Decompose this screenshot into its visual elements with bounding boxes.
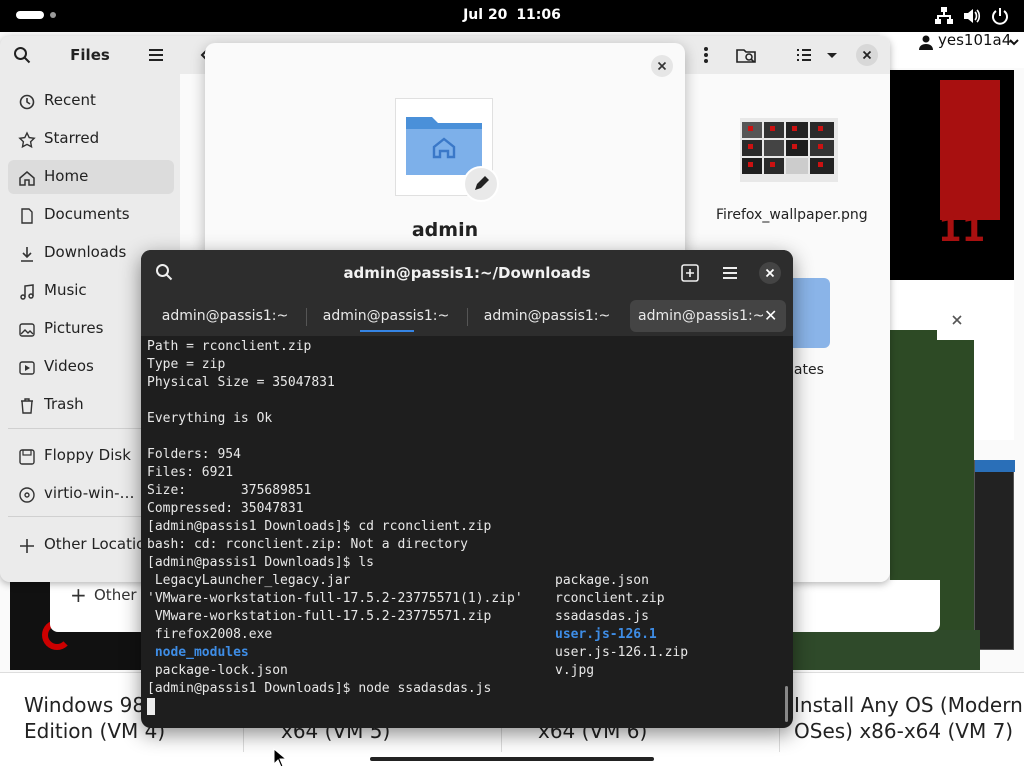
disk-icon	[18, 448, 36, 466]
terminal-line: Path = rconclient.zip	[147, 339, 312, 354]
terminal-tab[interactable]: admin@passis1:~	[308, 300, 464, 332]
sidebar-item-documents[interactable]: Documents	[8, 198, 174, 232]
clock-icon	[18, 93, 36, 111]
view-options-chevron-icon[interactable]	[818, 42, 846, 68]
terminal-line: [admin@passis1 Downloads]$ node ssadasda…	[147, 681, 492, 696]
terminal-line: [admin@passis1 Downloads]$ ls	[147, 555, 374, 570]
background-vm-window	[974, 460, 1014, 650]
close-icon[interactable]	[651, 55, 673, 77]
terminal-line: Physical Size = 35047831	[147, 375, 335, 390]
file-label-templates[interactable]: lates	[790, 362, 824, 378]
terminal-line: Size: 375689851	[147, 483, 312, 498]
trash-icon	[18, 397, 36, 415]
top-bar: Jul 20 11:06	[0, 0, 1024, 32]
terminal-tab[interactable]: admin@passis1:~	[469, 300, 625, 332]
tab-divider	[306, 308, 307, 326]
terminal-scrollbar[interactable]	[785, 686, 788, 722]
active-tab-indicator	[360, 330, 414, 332]
clock[interactable]: Jul 20 11:06	[0, 7, 1024, 23]
mouse-pointer-icon	[273, 748, 289, 768]
background-username[interactable]: yes101a4	[938, 31, 1011, 49]
close-tab-icon[interactable]: ✕	[764, 300, 777, 332]
terminal-line: [admin@passis1 Downloads]$ cd rconclient…	[147, 519, 492, 534]
picture-icon	[18, 321, 36, 339]
background-vm-number: 11	[938, 210, 986, 250]
sidebar-item-label: Recent	[44, 91, 96, 109]
terminal-output[interactable]: Path = rconclient.zip Type = zip Physica…	[147, 338, 787, 724]
ls-entry: rconclient.zip	[555, 591, 665, 606]
terminal-line: Files: 6921	[147, 465, 234, 480]
music-icon	[18, 283, 36, 301]
terminal-cursor	[147, 698, 155, 715]
ls-entry-directory: node_modules	[147, 645, 249, 660]
ls-entry: VMware-workstation-full-17.5.2-23775571.…	[147, 609, 492, 624]
file-thumbnail-firefox-wallpaper[interactable]	[740, 118, 838, 182]
properties-dialog: admin	[205, 43, 685, 283]
home-indicator[interactable]	[370, 757, 654, 761]
user-icon	[918, 34, 934, 50]
video-icon	[18, 359, 36, 377]
star-icon	[18, 131, 36, 149]
ls-entry: LegacyLauncher_legacy.jar	[147, 573, 351, 588]
ls-entry-directory: user.js-126.1	[555, 627, 657, 642]
ls-entry: package-lock.json	[147, 663, 288, 678]
ls-entry: package.json	[555, 573, 649, 588]
file-label-firefox-wallpaper[interactable]: Firefox_wallpaper.png	[716, 205, 868, 225]
close-icon[interactable]	[759, 262, 781, 284]
document-icon	[18, 207, 36, 225]
chevron-down-icon[interactable]	[1008, 36, 1020, 48]
terminal-tab-label: admin@passis1:~	[322, 308, 450, 324]
folder-search-icon[interactable]	[732, 42, 760, 68]
terminal-tab-active[interactable]: admin@passis1:~ ✕	[630, 300, 786, 332]
terminal-tab-label: admin@passis1:~	[638, 308, 765, 324]
files-sidebar-header: Files	[0, 36, 180, 74]
terminal-window: admin@passis1:~/Downloads admin@passis1:…	[141, 250, 793, 728]
properties-folder-name: admin	[411, 219, 479, 241]
edit-icon[interactable]	[463, 166, 499, 202]
terminal-tab[interactable]: admin@passis1:~	[147, 300, 303, 332]
sidebar-item-label: Documents	[44, 205, 130, 223]
close-icon[interactable]	[856, 44, 878, 66]
power-icon[interactable]	[990, 6, 1010, 26]
terminal-line: bash: cd: rconclient.zip: Not a director…	[147, 537, 468, 552]
network-icon[interactable]	[934, 6, 954, 26]
menu-icon[interactable]	[148, 47, 164, 63]
background-vm-thumbnail: 11	[890, 70, 1014, 280]
sidebar-item-label: Starred	[44, 129, 100, 147]
new-tab-icon[interactable]	[681, 264, 699, 282]
vm-title-7[interactable]: Install Any OS (Modern OSes) x86-x64 (VM …	[794, 692, 1023, 744]
plus-icon	[18, 537, 36, 555]
volume-icon[interactable]	[962, 6, 982, 26]
more-options-icon[interactable]	[692, 42, 720, 68]
clock-date: Jul 20	[463, 7, 508, 23]
terminal-line: Everything is Ok	[147, 411, 273, 426]
download-icon	[18, 245, 36, 263]
menu-icon[interactable]	[722, 265, 738, 281]
disc-icon	[18, 486, 36, 504]
ls-entry: 'VMware-workstation-full-17.5.2-23775571…	[147, 591, 523, 606]
background-vm-titlebar	[975, 460, 1015, 472]
ls-entry: ssadasdas.js	[555, 609, 649, 624]
terminal-line: Folders: 954	[147, 447, 241, 462]
background-dialog	[937, 300, 977, 340]
sidebar-item-recent[interactable]: Recent	[8, 84, 174, 118]
sidebar-item-home[interactable]: Home	[8, 160, 174, 194]
terminal-header: admin@passis1:~/Downloads	[141, 250, 793, 296]
home-icon	[18, 169, 36, 187]
terminal-line: Type = zip	[147, 357, 226, 372]
tab-divider	[467, 308, 468, 326]
terminal-tabs: admin@passis1:~ admin@passis1:~ admin@pa…	[141, 296, 793, 336]
list-view-icon[interactable]	[790, 42, 818, 68]
ls-entry: v.jpg	[555, 663, 595, 678]
ls-entry: user.js-126.1.zip	[555, 645, 689, 660]
plus-icon: +	[70, 583, 87, 607]
clock-time: 11:06	[516, 7, 561, 23]
sidebar-item-label: Home	[44, 167, 89, 185]
sidebar-item-starred[interactable]: Starred	[8, 122, 174, 156]
ls-entry: firefox2008.exe	[147, 627, 273, 642]
terminal-line: Compressed: 35047831	[147, 501, 304, 516]
